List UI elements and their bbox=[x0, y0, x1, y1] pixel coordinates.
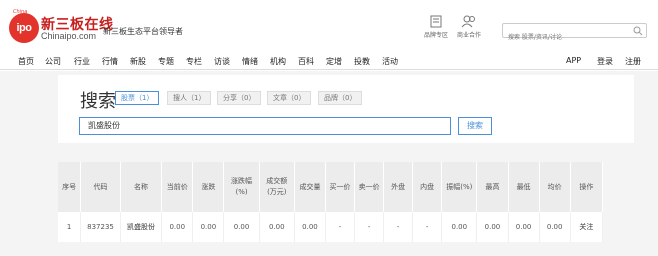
cell-high: 0.00 bbox=[476, 212, 509, 242]
header-search[interactable] bbox=[502, 23, 647, 44]
nav-item-activity[interactable]: 活动 bbox=[382, 56, 398, 67]
cell-inner: - bbox=[412, 212, 443, 242]
nav-item-column[interactable]: 专栏 bbox=[186, 56, 202, 67]
col-header-change: 涨跌 bbox=[192, 162, 225, 212]
results-table: 序号 代码 名称 当前价 涨跌 涨跌幅(%) 成交额(万元) 成交量 买一价 卖… bbox=[58, 162, 604, 242]
search-button[interactable]: 搜索 bbox=[458, 117, 492, 135]
table-header-row: 序号 代码 名称 当前价 涨跌 涨跌幅(%) 成交额(万元) 成交量 买一价 卖… bbox=[58, 162, 604, 212]
nav-item-interview[interactable]: 访谈 bbox=[214, 56, 230, 67]
cell-name[interactable]: 凯盛股份 bbox=[120, 212, 163, 242]
cell-amplitude: 0.00 bbox=[441, 212, 478, 242]
follow-button[interactable]: 关注 bbox=[570, 212, 604, 242]
cell-price: 0.00 bbox=[161, 212, 194, 242]
cell-change-pct: 0.00 bbox=[223, 212, 260, 242]
nav-item-company[interactable]: 公司 bbox=[45, 56, 61, 67]
nav-item-placement[interactable]: 定增 bbox=[326, 56, 342, 67]
table-row[interactable]: 1 837235 凯盛股份 0.00 0.00 0.00 0.00 0.00 -… bbox=[58, 212, 604, 242]
business-coop-label: 商业合作 bbox=[456, 32, 481, 39]
col-header-volume: 成交量 bbox=[294, 162, 327, 212]
cell-bid: - bbox=[325, 212, 356, 242]
cell-ask: - bbox=[354, 212, 385, 242]
cell-index: 1 bbox=[58, 212, 82, 242]
cell-turnover: 0.00 bbox=[259, 212, 295, 242]
col-header-low: 最低 bbox=[508, 162, 540, 212]
site-slogan: 新三板生态平台领导者 bbox=[103, 27, 183, 36]
people-icon bbox=[461, 15, 475, 28]
logo-domain: Chinaipo.com bbox=[41, 31, 97, 41]
nav-item-education[interactable]: 投教 bbox=[354, 56, 370, 67]
col-header-change-pct: 涨跌幅(%) bbox=[223, 162, 260, 212]
building-icon bbox=[430, 15, 442, 28]
nav-item-sentiment[interactable]: 情绪 bbox=[242, 56, 258, 67]
col-header-price: 当前价 bbox=[161, 162, 194, 212]
cell-outer: - bbox=[383, 212, 414, 242]
business-coop-link[interactable]: 商业合作 bbox=[449, 14, 489, 39]
col-header-index: 序号 bbox=[58, 162, 82, 212]
login-link[interactable]: 登录 bbox=[597, 56, 613, 67]
nav-item-new-stock[interactable]: 新股 bbox=[130, 56, 146, 67]
tab-people[interactable]: 搜人（1） bbox=[167, 91, 212, 105]
tab-brands[interactable]: 品牌（0） bbox=[318, 91, 363, 105]
nav-item-home[interactable]: 首页 bbox=[18, 56, 34, 67]
col-header-inner: 内盘 bbox=[412, 162, 443, 212]
cell-avg: 0.00 bbox=[539, 212, 571, 242]
cell-volume: 0.00 bbox=[294, 212, 327, 242]
col-header-ask: 卖一价 bbox=[354, 162, 385, 212]
col-header-name: 名称 bbox=[120, 162, 163, 212]
nav-item-app[interactable]: APP bbox=[566, 56, 581, 65]
col-header-turnover: 成交额(万元) bbox=[259, 162, 295, 212]
tab-articles[interactable]: 文章（0） bbox=[267, 91, 312, 105]
col-header-bid: 买一价 bbox=[325, 162, 356, 212]
nav-item-industry[interactable]: 行业 bbox=[74, 56, 90, 67]
nav-item-topic[interactable]: 专题 bbox=[158, 56, 174, 67]
col-header-high: 最高 bbox=[476, 162, 509, 212]
search-input[interactable]: 凯盛股份 bbox=[79, 117, 451, 135]
tab-shares[interactable]: 分享（0） bbox=[217, 91, 262, 105]
nav-item-institution[interactable]: 机构 bbox=[270, 56, 286, 67]
search-icon[interactable] bbox=[633, 26, 643, 36]
cell-code[interactable]: 837235 bbox=[80, 212, 121, 242]
nav-item-wiki[interactable]: 百科 bbox=[298, 56, 314, 67]
search-title: 搜索 bbox=[80, 91, 116, 112]
nav-item-market[interactable]: 行情 bbox=[102, 56, 118, 67]
site-header: China ipo 新三板在线 Chinaipo.com 新三板生态平台领导者 … bbox=[0, 0, 658, 52]
col-header-outer: 外盘 bbox=[383, 162, 414, 212]
cell-change: 0.00 bbox=[192, 212, 225, 242]
tab-stocks[interactable]: 股票（1） bbox=[115, 91, 160, 105]
col-header-action: 操作 bbox=[570, 162, 604, 212]
logo-mark[interactable]: ipo bbox=[9, 13, 39, 43]
main-nav: 首页 公司 行业 行情 新股 专题 专栏 访谈 情绪 机构 百科 定增 投教 活… bbox=[0, 52, 658, 70]
cell-low: 0.00 bbox=[508, 212, 540, 242]
col-header-avg: 均价 bbox=[539, 162, 571, 212]
register-link[interactable]: 注册 bbox=[625, 56, 641, 67]
header-search-input[interactable] bbox=[503, 31, 628, 44]
col-header-code: 代码 bbox=[80, 162, 121, 212]
col-header-amplitude: 振幅(%) bbox=[441, 162, 478, 212]
